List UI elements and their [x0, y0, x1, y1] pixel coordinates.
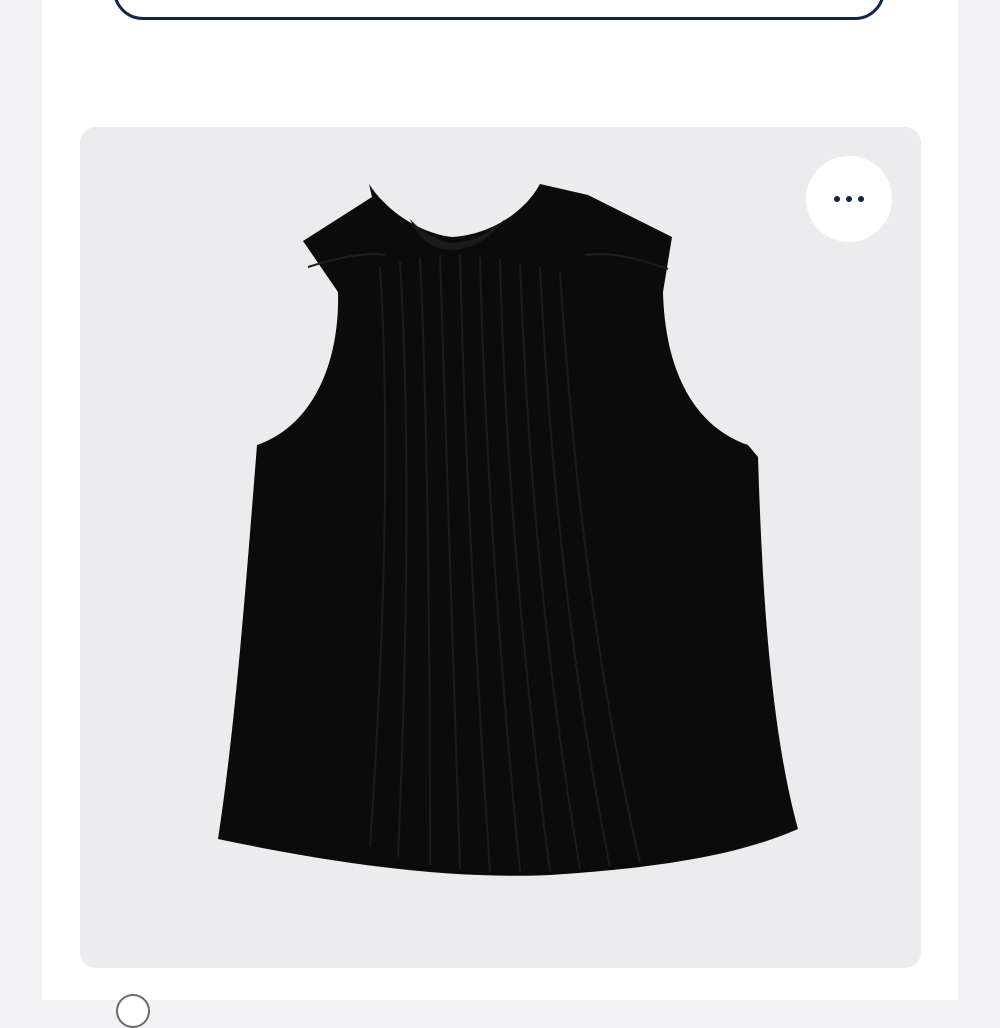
product-card[interactable] — [80, 127, 921, 968]
circle-avatar-icon — [116, 994, 150, 1028]
ellipsis-horizontal-icon — [834, 196, 864, 202]
top-field[interactable] — [113, 0, 885, 20]
product-image[interactable] — [80, 127, 921, 968]
more-options-button[interactable] — [806, 156, 892, 242]
garment-body — [218, 184, 798, 876]
